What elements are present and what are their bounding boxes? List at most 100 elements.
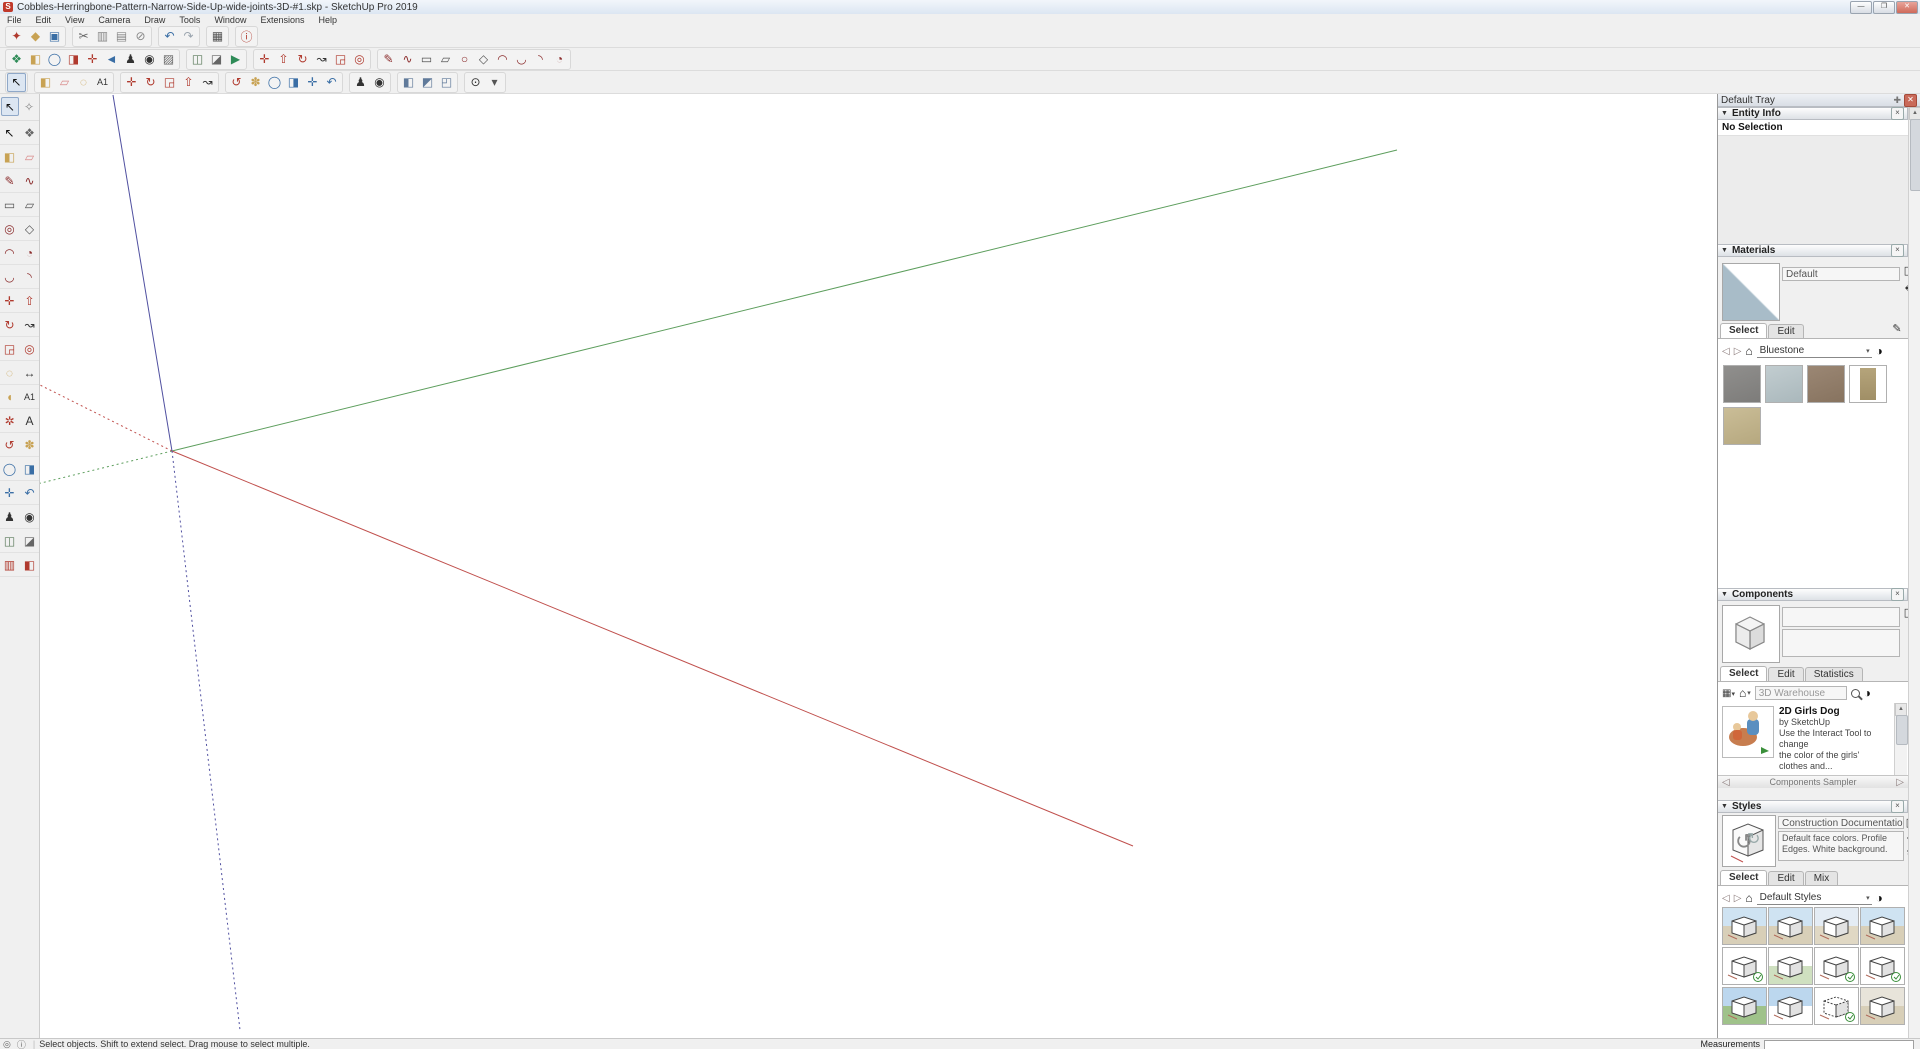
material-swatch-bluestone-brown[interactable]: [1807, 365, 1845, 403]
style-thumbnail-12[interactable]: [1860, 987, 1905, 1025]
3d-text-icon[interactable]: A: [20, 411, 39, 430]
component-name-field[interactable]: [1782, 607, 1900, 627]
run-extension-icon[interactable]: ▶: [226, 50, 245, 69]
axes-icon[interactable]: ✲: [0, 411, 19, 430]
style-thumbnail-10[interactable]: [1768, 987, 1813, 1025]
cut-icon[interactable]: ✂: [74, 27, 93, 46]
view-options-icon[interactable]: ▦▾: [1722, 688, 1735, 699]
components-tab-select[interactable]: Select: [1720, 666, 1767, 681]
maximize-button[interactable]: ❐: [1873, 1, 1895, 14]
erase-icon[interactable]: ⊘: [131, 27, 150, 46]
paint-bucket-icon[interactable]: ◧: [36, 73, 55, 92]
push-pull-icon[interactable]: ⇧: [274, 50, 293, 69]
zoom-icon[interactable]: ◯: [265, 73, 284, 92]
zoom-icon[interactable]: ◯: [0, 459, 19, 478]
style-thumbnail-7[interactable]: [1814, 947, 1859, 985]
in-model-home-icon[interactable]: ⌂: [1745, 891, 1752, 905]
eraser-icon[interactable]: ▱: [20, 147, 39, 166]
look-around-icon[interactable]: ◉: [20, 507, 39, 526]
scale-icon[interactable]: ◲: [160, 73, 179, 92]
prev-collection-icon[interactable]: ◁: [1722, 777, 1730, 788]
styles-tab-mix[interactable]: Mix: [1805, 871, 1839, 885]
menu-camera[interactable]: Camera: [91, 15, 137, 25]
scale-icon[interactable]: ◲: [0, 339, 19, 358]
two-point-arc-icon[interactable]: ◡: [0, 267, 19, 286]
zoom-window-icon[interactable]: ◨: [284, 73, 303, 92]
offset-icon[interactable]: ◎: [350, 50, 369, 69]
eyedropper-icon[interactable]: ✎: [1890, 321, 1904, 335]
select-arrow-icon[interactable]: ↖: [1, 97, 19, 116]
walk-icon[interactable]: ♟: [0, 507, 19, 526]
forward-arrow-icon[interactable]: ▷: [1734, 893, 1742, 904]
material-swatch-bluestone-beige[interactable]: [1723, 407, 1761, 445]
arc-icon[interactable]: ◠: [493, 50, 512, 69]
copy-icon[interactable]: ▥: [93, 27, 112, 46]
orbit-icon[interactable]: ↺: [0, 435, 19, 454]
orbit-icon[interactable]: ↺: [227, 73, 246, 92]
materials-close-icon[interactable]: ×: [1891, 244, 1904, 257]
move-icon[interactable]: ✛: [0, 291, 19, 310]
push-pull-icon[interactable]: ⇧: [179, 73, 198, 92]
select-icon[interactable]: ↖: [7, 73, 26, 92]
top-view-icon[interactable]: ◰: [437, 73, 456, 92]
camera-dropdown-icon[interactable]: ▾: [485, 73, 504, 92]
component-desc-field[interactable]: [1782, 629, 1900, 657]
section-cut-icon[interactable]: ◧: [20, 555, 39, 574]
style-thumbnail-9[interactable]: [1722, 987, 1767, 1025]
redo-icon[interactable]: ↷: [179, 27, 198, 46]
collapse-triangle-icon[interactable]: ▼: [1721, 110, 1728, 117]
style-thumbnail-3[interactable]: [1814, 907, 1859, 945]
zoom-icon[interactable]: ◯: [45, 50, 64, 69]
tray-close-icon[interactable]: ✕: [1904, 94, 1917, 107]
material-swatch-bluestone-light-streak[interactable]: [1765, 365, 1803, 403]
geolocation-icon[interactable]: ◎: [3, 1039, 11, 1049]
warehouse-search-input[interactable]: 3D Warehouse: [1755, 686, 1847, 700]
previous-view-icon[interactable]: ↶: [20, 483, 39, 502]
styles-collection-dropdown[interactable]: Default Styles▾: [1757, 891, 1872, 905]
arc-icon[interactable]: ◠: [0, 243, 19, 262]
walk-icon[interactable]: ♟: [121, 50, 140, 69]
look-around-icon[interactable]: ◉: [140, 50, 159, 69]
previous-view-icon[interactable]: ↶: [322, 73, 341, 92]
forward-arrow-icon[interactable]: ▷: [1734, 346, 1742, 357]
circle-icon[interactable]: ◎: [0, 219, 19, 238]
push-pull-icon[interactable]: ⇧: [20, 291, 39, 310]
tape-measure-icon[interactable]: ◌: [0, 363, 19, 382]
collection-nav-icon[interactable]: ◑: [1876, 344, 1883, 358]
hide-rest-icon[interactable]: ▨: [159, 50, 178, 69]
freehand-icon[interactable]: ∿: [398, 50, 417, 69]
new-model-icon[interactable]: ✦: [7, 27, 26, 46]
collapse-triangle-icon[interactable]: ▼: [1721, 803, 1728, 810]
pie-icon[interactable]: ◔: [20, 243, 39, 262]
credits-info-icon[interactable]: ⓘ: [17, 1038, 26, 1049]
make-component-icon[interactable]: ❖: [7, 50, 26, 69]
zoom-extents-icon[interactable]: ✛: [303, 73, 322, 92]
front-view-icon[interactable]: ◧: [399, 73, 418, 92]
back-arrow-icon[interactable]: ◁: [1722, 893, 1730, 904]
menu-window[interactable]: Window: [207, 15, 253, 25]
previous-view-icon[interactable]: ◄: [102, 50, 121, 69]
lasso-select-icon[interactable]: ✧: [20, 97, 38, 116]
section-plane-icon[interactable]: ◫: [0, 531, 19, 550]
modeling-canvas[interactable]: [40, 94, 1717, 1038]
menu-tools[interactable]: Tools: [172, 15, 207, 25]
home-dropdown-icon[interactable]: ▾: [1747, 689, 1751, 697]
style-thumbnail-8[interactable]: [1860, 947, 1905, 985]
pie-icon[interactable]: ◔: [550, 50, 569, 69]
menu-help[interactable]: Help: [311, 15, 344, 25]
zoom-extents-icon[interactable]: ✛: [83, 50, 102, 69]
style-thumbnail-11[interactable]: [1814, 987, 1859, 1025]
tape-measure-icon[interactable]: ◌: [74, 73, 93, 92]
styles-tab-edit[interactable]: Edit: [1768, 871, 1803, 885]
components-close-icon[interactable]: ×: [1891, 588, 1904, 601]
materials-tab-edit[interactable]: Edit: [1768, 324, 1803, 338]
menu-extensions[interactable]: Extensions: [253, 15, 311, 25]
three-point-arc-icon[interactable]: ◝: [531, 50, 550, 69]
pan-icon[interactable]: ✽: [20, 435, 39, 454]
material-name-field[interactable]: Default: [1782, 267, 1900, 281]
follow-me-icon[interactable]: ↝: [312, 50, 331, 69]
select-icon[interactable]: ↖: [0, 123, 19, 142]
line-icon[interactable]: ✎: [0, 171, 19, 190]
rotate-icon[interactable]: ↻: [0, 315, 19, 334]
section-display-icon[interactable]: ▥: [0, 555, 19, 574]
